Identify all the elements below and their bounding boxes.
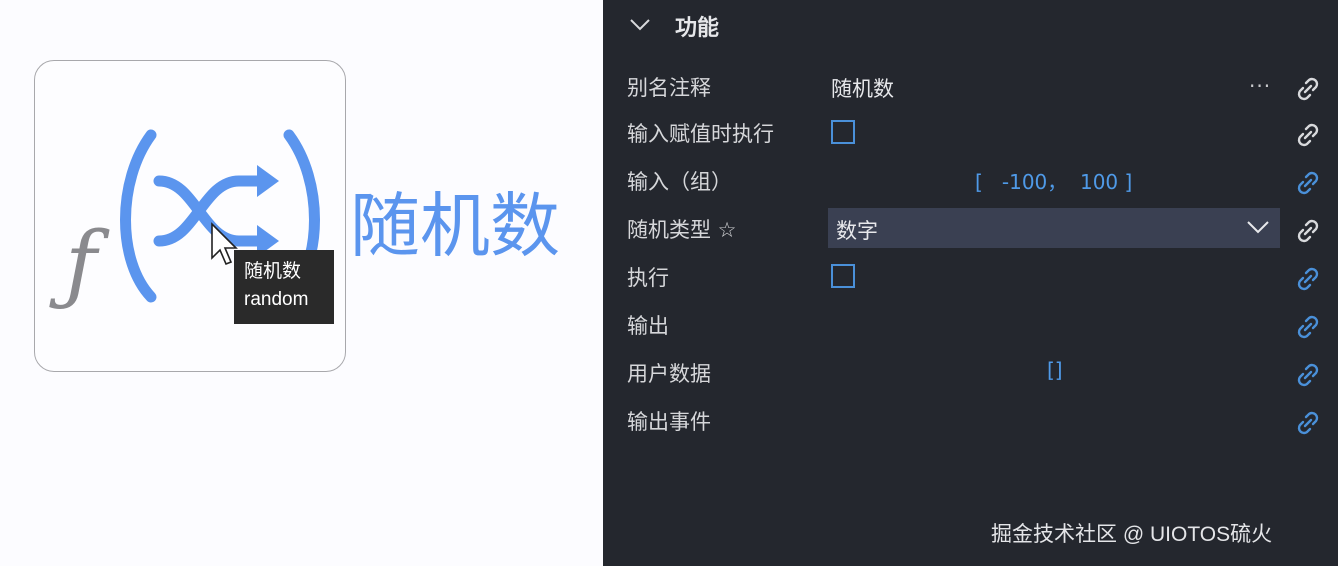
row-label: 用户数据	[627, 362, 711, 386]
watermark-text: 掘金技术社区 @ UIOTOS硫火	[991, 523, 1273, 546]
row-user-data: 用户数据 []	[603, 350, 1338, 398]
row-random-type: 随机类型 ☆ 数字	[603, 206, 1338, 254]
tooltip-subtitle: random	[244, 289, 309, 310]
row-label: 输出事件	[627, 410, 711, 434]
row-input-group: 输入（组） [ -100， 100 ]	[603, 158, 1338, 206]
exec-on-input-checkbox[interactable]	[831, 120, 855, 144]
row-alias: 别名注释 随机数 ...	[603, 64, 1338, 112]
section-title: 功能	[675, 16, 720, 41]
link-icon[interactable]	[1293, 74, 1323, 104]
row-label: 随机类型 ☆	[627, 218, 737, 242]
row-output: 输出	[603, 302, 1338, 350]
random-type-select[interactable]: 数字	[828, 208, 1280, 248]
link-icon[interactable]	[1293, 168, 1323, 198]
alias-input[interactable]: 随机数	[831, 73, 894, 103]
user-data-value[interactable]: []	[1047, 358, 1063, 382]
row-execute: 执行	[603, 254, 1338, 302]
row-label: 输出	[627, 314, 669, 338]
execute-checkbox[interactable]	[831, 264, 855, 288]
random-node-card[interactable]: ƒ	[34, 60, 346, 372]
canvas-area: ƒ 随机数 随机数 random	[0, 0, 603, 566]
row-output-events: 输出事件	[603, 398, 1338, 446]
property-panel: 功能 别名注释 随机数 ... 输入赋值时执行 输入（组） [ -100， 10…	[603, 0, 1338, 566]
chevron-down-icon	[1247, 221, 1269, 234]
link-icon[interactable]	[1293, 312, 1323, 342]
input-group-value[interactable]: [ -100， 100 ]	[975, 166, 1132, 195]
row-label: 执行	[627, 266, 669, 290]
row-label: 别名注释	[627, 76, 711, 100]
svg-text:ƒ: ƒ	[49, 214, 110, 314]
link-icon[interactable]	[1293, 216, 1323, 246]
select-value: 数字	[836, 219, 878, 243]
section-header-function[interactable]: 功能	[603, 0, 1338, 52]
tooltip-title: 随机数	[244, 261, 302, 282]
link-icon[interactable]	[1293, 408, 1323, 438]
chevron-down-icon[interactable]	[629, 17, 651, 33]
row-exec-on-input: 输入赋值时执行	[603, 110, 1338, 158]
node-title: 随机数	[350, 185, 560, 267]
more-button[interactable]: ...	[1249, 68, 1271, 92]
random-function-icon: ƒ	[49, 129, 320, 314]
row-label: 输入（组）	[627, 170, 732, 194]
node-tooltip: 随机数 random	[234, 250, 334, 324]
row-label: 输入赋值时执行	[627, 122, 774, 146]
link-icon[interactable]	[1293, 264, 1323, 294]
link-icon[interactable]	[1293, 360, 1323, 390]
link-icon[interactable]	[1293, 120, 1323, 150]
